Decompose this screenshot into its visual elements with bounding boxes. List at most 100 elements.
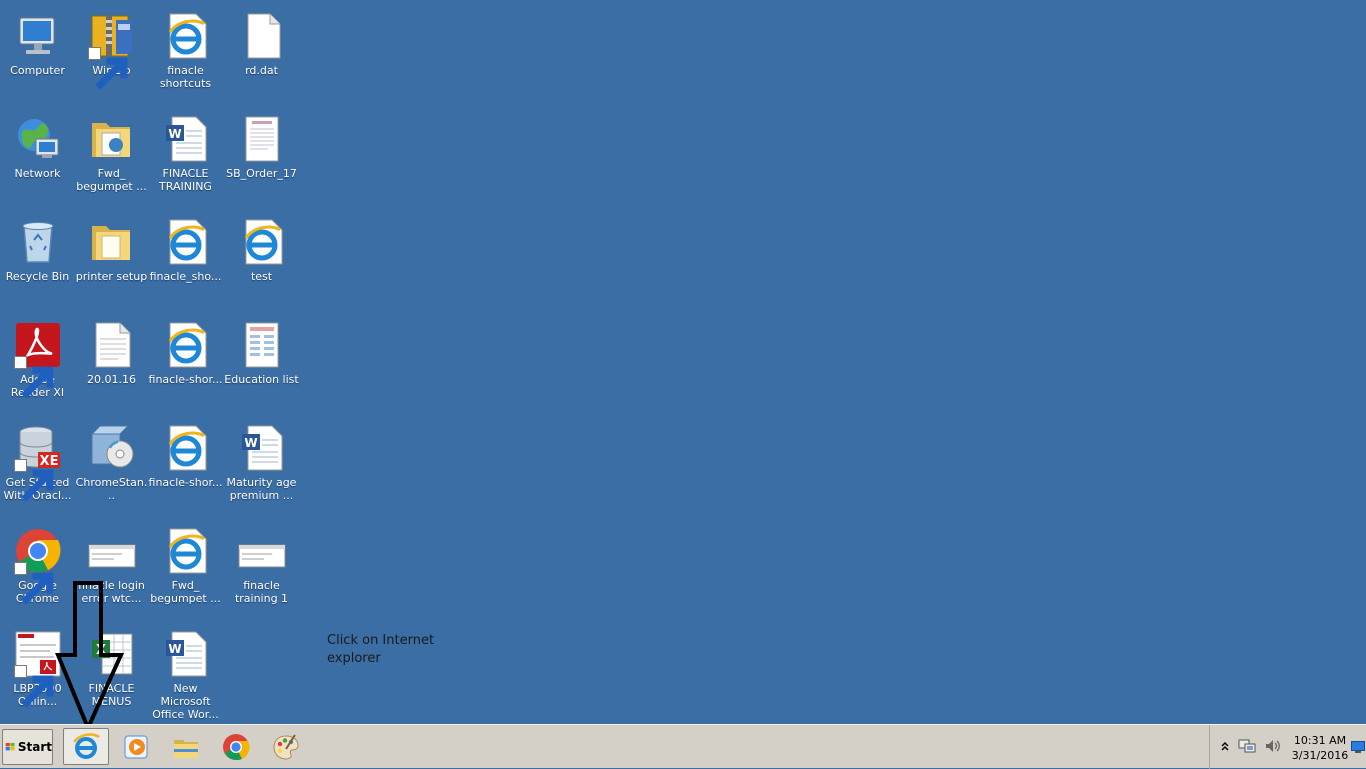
internet-explorer-document-icon	[162, 12, 210, 60]
desktop-icon-recycle-bin[interactable]: Recycle Bin	[0, 212, 75, 312]
windows-flag-icon	[5, 742, 15, 751]
desktop-icon-label: Fwd_ begumpet ...	[150, 579, 221, 605]
desktop-icon-network[interactable]: Network	[0, 109, 75, 209]
internet-explorer-document-icon	[162, 218, 210, 266]
file-explorer-icon	[174, 739, 198, 758]
shortcut-arrow-icon	[13, 562, 53, 605]
desktop-icon-label: New Microsoft Office Wor...	[152, 682, 219, 721]
desktop-icon-rd-dat[interactable]: rd.dat	[224, 6, 299, 106]
desktop-icon-education-list[interactable]: Education list	[224, 315, 299, 415]
desktop-icon-finacle-shortcuts[interactable]: finacle shortcuts	[148, 6, 223, 106]
desktop-icon-label: Maturity age premium ...	[226, 476, 297, 502]
desktop-icon-label: test	[250, 270, 273, 283]
internet-explorer-document-icon	[162, 424, 210, 472]
computer-icon	[14, 12, 62, 60]
desktop-icon-computer[interactable]: Computer	[0, 6, 75, 106]
start-label: Start	[17, 740, 52, 754]
volume-icon[interactable]	[1264, 738, 1282, 754]
paint-icon	[273, 733, 299, 760]
svg-text:W: W	[168, 127, 181, 141]
desktop-icon-finacle-shor-2[interactable]: finacle-shor...	[148, 418, 223, 518]
chrome-icon	[13, 527, 62, 605]
winzip-icon	[87, 12, 136, 90]
desktop-icon-label: ChromeStan...	[75, 476, 148, 502]
desktop-icon-label: finacle shortcuts	[159, 64, 212, 90]
recycle-bin-icon	[14, 218, 62, 266]
desktop[interactable]: Computer Network Recycle Bin Adobe Reade…	[0, 0, 1366, 732]
image-document-icon	[238, 321, 286, 369]
folder-icon	[88, 115, 136, 163]
chrome-icon	[223, 733, 250, 760]
desktop-icon-finacle-shor-1[interactable]: finacle-shor...	[148, 315, 223, 415]
taskbar-paint-button[interactable]	[263, 728, 309, 765]
media-player-icon	[124, 735, 148, 758]
taskbar-internet-explorer-button[interactable]	[63, 728, 109, 765]
desktop-icon-label: printer setup	[75, 270, 148, 283]
desktop-icon-maturity-age-premium[interactable]: W Maturity age premium ...	[224, 418, 299, 518]
desktop-icon-label: finacle-shor...	[148, 373, 223, 386]
down-arrow-icon	[55, 581, 125, 732]
taskbar-file-explorer-button[interactable]	[163, 728, 209, 765]
desktop-icon-winzip[interactable]: WinZip	[74, 6, 149, 106]
internet-explorer-document-icon	[162, 321, 210, 369]
desktop-icon-chromestandalone[interactable]: ChromeStan...	[74, 418, 149, 518]
desktop-icon-label: finacle training 1	[234, 579, 289, 605]
desktop-icon-label: finacle_sho...	[149, 270, 222, 283]
word-document-icon: W	[162, 630, 210, 678]
taskbar: Start 10:31 AM 3/31/2016	[0, 724, 1366, 769]
internet-explorer-icon	[73, 732, 100, 759]
image-file-icon	[88, 527, 136, 575]
shortcut-arrow-icon	[87, 47, 127, 90]
desktop-icon-label: Computer	[10, 64, 65, 77]
image-document-icon	[238, 115, 286, 163]
taskbar-chrome-button[interactable]	[213, 728, 259, 765]
shortcut-arrow-icon	[13, 356, 53, 399]
shortcut-arrow-icon	[13, 665, 53, 708]
desktop-icon-sb-order-17[interactable]: SB_Order_17	[224, 109, 299, 209]
shortcut-arrow-icon	[13, 459, 53, 502]
desktop-icon-label: finacle-shor...	[148, 476, 223, 489]
svg-text:W: W	[244, 436, 257, 450]
desktop-icon-20-01-16[interactable]: 20.01.16	[74, 315, 149, 415]
internet-explorer-document-icon	[162, 527, 210, 575]
desktop-icon-new-microsoft-office-word[interactable]: W New Microsoft Office Wor...	[148, 624, 223, 724]
database-icon: XE	[13, 424, 62, 502]
instruction-annotation: Click on Internet explorer	[327, 633, 435, 666]
desktop-icon-finacle-sho[interactable]: finacle_sho...	[148, 212, 223, 312]
desktop-icon-fwd-begumpet-2[interactable]: Fwd_ begumpet ...	[148, 521, 223, 621]
desktop-icon-label: Recycle Bin	[5, 270, 70, 283]
image-file-icon	[238, 527, 286, 575]
text-document-icon	[88, 321, 136, 369]
start-button[interactable]: Start	[2, 729, 53, 765]
desktop-icon-fwd-begumpet[interactable]: Fwd_ begumpet ...	[74, 109, 149, 209]
action-center-icon[interactable]	[1351, 741, 1365, 753]
network-icon[interactable]	[1238, 738, 1256, 754]
adobe-reader-icon	[13, 321, 62, 399]
desktop-icon-label: Fwd_ begumpet ...	[76, 167, 147, 193]
desktop-icon-label: Network	[14, 167, 61, 180]
desktop-icon-finacle-training[interactable]: W FINACLE TRAINING	[148, 109, 223, 209]
desktop-icon-label: rd.dat	[245, 64, 278, 77]
svg-text:W: W	[168, 642, 181, 656]
folder-icon	[88, 218, 136, 266]
desktop-icon-label: FINACLE TRAINING	[159, 167, 212, 193]
word-document-icon: W	[238, 424, 286, 472]
clock-date[interactable]: 3/31/2016	[1290, 749, 1350, 762]
show-hidden-icons-chevron-icon[interactable]	[1220, 740, 1230, 752]
taskbar-media-player-button[interactable]	[113, 728, 159, 765]
desktop-icon-adobe-reader[interactable]: Adobe Reader XI	[0, 315, 75, 415]
system-tray: 10:31 AM 3/31/2016	[1209, 725, 1366, 769]
desktop-icon-oracle[interactable]: XE Get Started With Oracl...	[0, 418, 75, 518]
internet-explorer-document-icon	[238, 218, 286, 266]
desktop-icon-label: Education list	[224, 373, 299, 386]
desktop-icon-test[interactable]: test	[224, 212, 299, 312]
desktop-icon-label: SB_Order_17	[226, 167, 297, 180]
network-globe-icon	[14, 115, 62, 163]
blank-file-icon	[238, 12, 286, 60]
word-document-icon: W	[162, 115, 210, 163]
desktop-icon-printer-setup[interactable]: printer setup	[74, 212, 149, 312]
installer-icon	[88, 424, 136, 472]
desktop-icon-label: 20.01.16	[87, 373, 136, 386]
clock-time[interactable]: 10:31 AM	[1290, 734, 1350, 747]
desktop-icon-finacle-training-1[interactable]: finacle training 1	[224, 521, 299, 621]
